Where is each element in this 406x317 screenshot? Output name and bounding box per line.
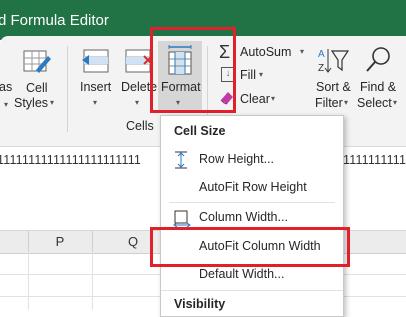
insert-button[interactable]	[80, 46, 112, 76]
menu-divider	[169, 202, 335, 203]
clear-label: Clear	[240, 92, 270, 106]
magnifier-icon	[364, 45, 394, 75]
chevron-down-icon: ▾	[259, 70, 264, 79]
menu-item-label: Column Width...	[199, 210, 288, 224]
format-highlight-box	[150, 27, 236, 113]
chevron-down-icon: ▾	[4, 100, 9, 109]
chevron-down-icon: ▾	[271, 94, 276, 103]
find-select-label-2: Select	[357, 96, 392, 110]
cell-styles-icon	[23, 50, 51, 73]
fill-label: Fill	[240, 68, 256, 82]
chevron-down-icon: ▾	[135, 98, 140, 107]
insert-cells-icon	[82, 49, 109, 73]
sort-filter-label-2: Filter	[315, 96, 343, 110]
insert-label: Insert	[80, 80, 112, 94]
format-dropdown-menu: Cell Size Row Height... AutoFit Row Heig…	[160, 115, 344, 317]
menu-section-visibility: Visibility	[174, 297, 226, 311]
menu-item-row-height[interactable]: Row Height...	[161, 146, 343, 174]
column-header-p[interactable]: P	[28, 231, 93, 253]
window-title: d Formula Editor	[0, 12, 109, 29]
chevron-down-icon: ▾	[344, 98, 349, 107]
grid-line	[92, 252, 93, 310]
cells-group-label: Cells	[126, 119, 154, 133]
cell-styles-button[interactable]	[22, 48, 52, 76]
grid-line	[28, 252, 29, 310]
svg-text:Z: Z	[318, 63, 324, 74]
menu-item-label: Default Width...	[199, 267, 285, 281]
cell-styles-label-1: Cell	[26, 81, 48, 95]
group-separator	[67, 46, 68, 132]
menu-item-label: AutoFit Row Height	[199, 180, 307, 194]
cell-styles-label-2: Styles	[14, 96, 49, 110]
menu-item-label: Row Height...	[199, 152, 275, 166]
column-width-icon	[173, 209, 191, 228]
partial-ribbon-label[interactable]: as	[0, 80, 12, 94]
sort-filter-icon: A Z	[316, 45, 350, 75]
find-select-label-1: Find &	[360, 80, 397, 94]
menu-section-cell-size: Cell Size	[174, 124, 226, 138]
menu-item-autofit-row-height[interactable]: AutoFit Row Height	[161, 174, 343, 202]
cell-content-text: 11111111111111111111111	[0, 153, 142, 167]
svg-text:A: A	[318, 49, 325, 60]
row-height-icon	[173, 151, 189, 169]
autofit-column-highlight-box	[150, 227, 350, 267]
column-header[interactable]	[0, 231, 29, 253]
chevron-down-icon: ▾	[93, 98, 98, 107]
chevron-down-icon: ▾	[393, 98, 398, 107]
menu-divider	[161, 290, 343, 291]
autosum-label: AutoSum	[240, 45, 292, 59]
cell-content-text: 11111111111	[343, 153, 406, 167]
chevron-down-icon: ▾	[50, 98, 55, 107]
sort-filter-label-1: Sort &	[316, 80, 351, 94]
chevron-down-icon: ▾	[300, 47, 305, 56]
